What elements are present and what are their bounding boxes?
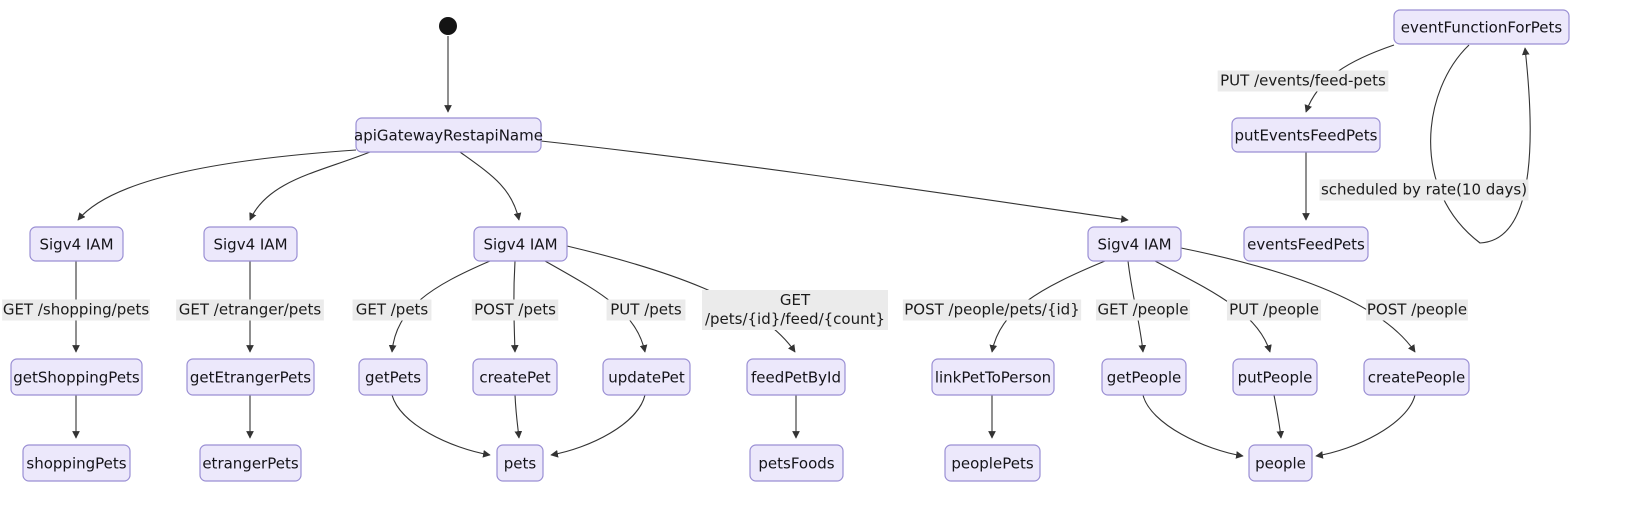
- node-label: peoplePets: [951, 455, 1033, 473]
- node-updatePet[interactable]: updatePet: [602, 358, 691, 396]
- node-createPeople[interactable]: createPeople: [1363, 358, 1470, 396]
- node-label: putPeople: [1238, 369, 1313, 387]
- node-label: eventsFeedPets: [1247, 236, 1365, 254]
- edge-label-label-put-events-feed-pets: PUT /events/feed-pets: [1217, 70, 1389, 92]
- node-people[interactable]: people: [1248, 444, 1313, 482]
- node-getShoppingPets[interactable]: getShoppingPets: [10, 358, 143, 396]
- edge-eventsFeedPets-schedule-loop: [1430, 44, 1531, 244]
- node-label: putEventsFeedPets: [1235, 127, 1378, 145]
- edge-label-line: GET /pets: [356, 301, 429, 319]
- edge-label-label-get-shopping-pets: GET /shopping/pets: [2, 299, 150, 321]
- node-pets[interactable]: pets: [496, 444, 544, 482]
- edge-label-line: PUT /people: [1229, 301, 1319, 319]
- start-node-icon: [439, 17, 457, 35]
- node-label: linkPetToPerson: [935, 369, 1051, 387]
- edge-label-label-get-people: GET /people: [1095, 299, 1191, 321]
- node-sigv4_etranger[interactable]: Sigv4 IAM: [203, 226, 298, 262]
- node-label: Sigv4 IAM: [1097, 236, 1171, 254]
- node-label: apiGatewayRestapiName: [354, 127, 543, 145]
- edge-createPet-to-pets: [514, 394, 523, 439]
- node-label: eventFunctionForPets: [1401, 19, 1563, 37]
- node-createPet[interactable]: createPet: [472, 358, 558, 396]
- node-label: updatePet: [608, 369, 685, 387]
- node-label: getEtrangerPets: [190, 369, 311, 387]
- node-sigv4_shopping[interactable]: Sigv4 IAM: [29, 226, 124, 262]
- node-label: feedPetById: [751, 369, 841, 387]
- edge-label-line: POST /people: [1367, 301, 1467, 319]
- node-getEtrangerPets[interactable]: getEtrangerPets: [186, 358, 315, 396]
- node-getPeople[interactable]: getPeople: [1101, 358, 1187, 396]
- edge-gateway-to-sigv4-pets: [459, 151, 522, 221]
- edge-label-label-put-people: PUT /people: [1226, 299, 1322, 321]
- node-label: getPeople: [1107, 369, 1181, 387]
- node-petsFoods[interactable]: petsFoods: [749, 444, 844, 482]
- edge-getPets-to-pets: [391, 394, 491, 458]
- edge-label-label-scheduled-by-rate: scheduled by rate(10 days): [1319, 179, 1529, 201]
- edge-label-label-post-people: POST /people: [1366, 299, 1468, 321]
- edge-gateway-to-sigv4-people: [540, 140, 1129, 223]
- node-getPets[interactable]: getPets: [358, 358, 428, 396]
- edge-gateway-to-sigv4-shopping: [77, 149, 357, 221]
- edge-label-line: POST /people/pets/{id}: [904, 301, 1080, 319]
- node-label: petsFoods: [758, 455, 834, 473]
- node-putEventsFeedPets[interactable]: putEventsFeedPets: [1231, 117, 1381, 153]
- node-label: etrangerPets: [202, 455, 299, 473]
- node-linkPetToPerson[interactable]: linkPetToPerson: [931, 358, 1055, 396]
- edge-putPeople-to-people: [1273, 394, 1285, 439]
- edge-label-label-post-people-pets-id: POST /people/pets/{id}: [902, 299, 1082, 321]
- edge-labels-layer: GET /shopping/pets GET /etranger/pets GET …: [2, 70, 1529, 330]
- node-eventsFeedPets[interactable]: eventsFeedPets: [1243, 226, 1369, 262]
- node-label: shoppingPets: [26, 455, 126, 473]
- architecture-diagram-canvas: GET /shopping/pets GET /etranger/pets GET …: [0, 0, 1637, 512]
- edge-label-line: /pets/{id}/feed/{count}: [705, 310, 885, 328]
- edge-label-line: GET /etranger/pets: [179, 301, 322, 319]
- edge-label-line: GET /people: [1098, 301, 1189, 319]
- edge-label-line: GET /shopping/pets: [3, 301, 150, 319]
- node-label: createPet: [479, 369, 550, 387]
- node-putPeople[interactable]: putPeople: [1232, 358, 1318, 396]
- edge-label-line: GET: [780, 291, 811, 309]
- node-label: pets: [504, 455, 537, 473]
- edge-label-label-post-pets: POST /pets: [471, 299, 559, 321]
- node-label: createPeople: [1368, 369, 1465, 387]
- edge-label-label-put-pets: PUT /pets: [606, 299, 686, 321]
- node-apiGatewayRestapiName[interactable]: apiGatewayRestapiName: [354, 117, 543, 153]
- edge-getPeople-to-people: [1142, 394, 1244, 459]
- node-sigv4_pets[interactable]: Sigv4 IAM: [473, 226, 568, 262]
- edge-label-label-get-pets-feed-count: GET/pets/{id}/feed/{count}: [702, 290, 888, 330]
- node-label: Sigv4 IAM: [39, 236, 113, 254]
- edge-label-line: scheduled by rate(10 days): [1321, 181, 1527, 199]
- node-label: Sigv4 IAM: [483, 236, 557, 254]
- edge-label-line: PUT /events/feed-pets: [1220, 72, 1386, 90]
- node-label: getShoppingPets: [13, 369, 140, 387]
- edge-label-line: POST /pets: [474, 301, 556, 319]
- node-shoppingPets[interactable]: shoppingPets: [22, 444, 131, 482]
- node-feedPetById[interactable]: feedPetById: [746, 358, 846, 396]
- edge-updatePet-to-pets: [550, 394, 646, 458]
- node-label: Sigv4 IAM: [213, 236, 287, 254]
- architecture-graph-svg: GET /shopping/pets GET /etranger/pets GET …: [2, 9, 1570, 482]
- edge-label-label-get-etranger-pets: GET /etranger/pets: [176, 299, 324, 321]
- node-peoplePets[interactable]: peoplePets: [944, 444, 1041, 482]
- edge-label-label-get-pets: GET /pets: [352, 299, 432, 321]
- node-etrangerPets[interactable]: etrangerPets: [199, 444, 302, 482]
- edge-label-line: PUT /pets: [610, 301, 682, 319]
- node-eventFunctionForPets[interactable]: eventFunctionForPets: [1393, 9, 1570, 45]
- edge-createPeople-to-people: [1315, 394, 1416, 459]
- edge-gateway-to-sigv4-etranger: [249, 151, 371, 221]
- node-label: people: [1255, 455, 1306, 473]
- node-sigv4_people[interactable]: Sigv4 IAM: [1087, 226, 1182, 262]
- node-label: getPets: [365, 369, 421, 387]
